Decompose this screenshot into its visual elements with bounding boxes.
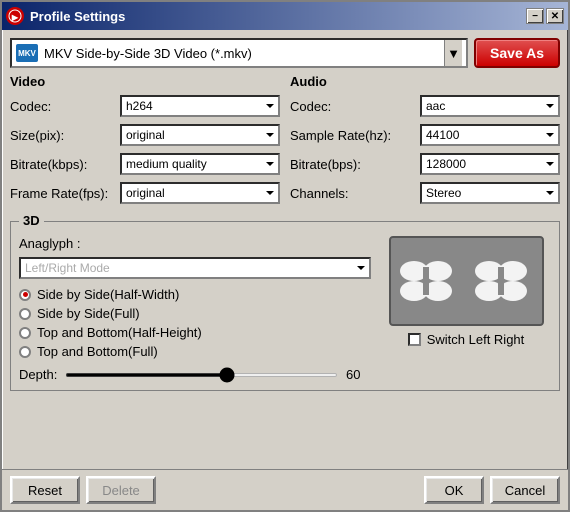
switch-checkbox[interactable] xyxy=(408,333,421,346)
video-framerate-select[interactable]: original xyxy=(120,182,280,204)
video-bitrate-label: Bitrate(kbps): xyxy=(10,157,120,172)
audio-codec-row: Codec: aac xyxy=(290,95,560,117)
ok-button[interactable]: OK xyxy=(424,476,484,504)
radio-item-1[interactable]: Side by Side(Full) xyxy=(19,306,371,321)
audio-codec-select[interactable]: aac xyxy=(420,95,560,117)
title-bar: ▶ Profile Settings − ✕ xyxy=(2,2,568,30)
video-codec-label: Codec: xyxy=(10,99,120,114)
video-size-row: Size(pix): original xyxy=(10,124,280,146)
video-framerate-label: Frame Rate(fps): xyxy=(10,186,120,201)
video-bitrate-select[interactable]: medium quality xyxy=(120,153,280,175)
video-bitrate-row: Bitrate(kbps): medium quality xyxy=(10,153,280,175)
switch-label: Switch Left Right xyxy=(427,332,525,347)
settings-panel: Video Codec: h264 Size(pix): original Bi… xyxy=(10,74,560,211)
audio-bitrate-row: Bitrate(bps): 128000 xyxy=(290,153,560,175)
anaglyph-select[interactable]: Left/Right Mode xyxy=(19,257,371,279)
mode-radio-group: Side by Side(Half-Width) Side by Side(Fu… xyxy=(19,287,371,359)
audio-samplerate-row: Sample Rate(hz): 44100 xyxy=(290,124,560,146)
video-framerate-row: Frame Rate(fps): original xyxy=(10,182,280,204)
anaglyph-label: Anaglyph : xyxy=(19,236,80,251)
radio-dot-0 xyxy=(19,289,31,301)
save-as-button[interactable]: Save As xyxy=(474,38,560,68)
audio-samplerate-select[interactable]: 44100 xyxy=(420,124,560,146)
reset-button[interactable]: Reset xyxy=(10,476,80,504)
preview-svg xyxy=(396,241,536,321)
svg-text:▶: ▶ xyxy=(11,13,19,22)
audio-section-title: Audio xyxy=(290,74,560,89)
content-area: MKV MKV Side-by-Side 3D Video (*.mkv) ▼ … xyxy=(2,30,568,469)
window-title: Profile Settings xyxy=(30,9,526,24)
preview-box xyxy=(389,236,544,326)
radio-label-3: Top and Bottom(Full) xyxy=(37,344,158,359)
radio-item-2[interactable]: Top and Bottom(Half-Height) xyxy=(19,325,371,340)
radio-dot-1 xyxy=(19,308,31,320)
audio-bitrate-label: Bitrate(bps): xyxy=(290,157,420,172)
top-bar: MKV MKV Side-by-Side 3D Video (*.mkv) ▼ … xyxy=(10,38,560,68)
window-controls: − ✕ xyxy=(526,8,564,24)
depth-slider[interactable] xyxy=(65,373,338,377)
radio-label-1: Side by Side(Full) xyxy=(37,306,140,321)
radio-label-0: Side by Side(Half-Width) xyxy=(37,287,179,302)
cancel-button[interactable]: Cancel xyxy=(490,476,560,504)
delete-button[interactable]: Delete xyxy=(86,476,156,504)
audio-channels-label: Channels: xyxy=(290,186,420,201)
video-size-label: Size(pix): xyxy=(10,128,120,143)
audio-bitrate-select[interactable]: 128000 xyxy=(420,153,560,175)
threed-left: Anaglyph : Left/Right Mode Side by Side(… xyxy=(19,236,371,382)
format-selector[interactable]: MKV MKV Side-by-Side 3D Video (*.mkv) ▼ xyxy=(10,38,468,68)
format-icon: MKV xyxy=(16,44,38,62)
threed-section-title: 3D xyxy=(19,213,44,228)
audio-channels-select[interactable]: Stereo xyxy=(420,182,560,204)
video-size-select[interactable]: original xyxy=(120,124,280,146)
audio-samplerate-label: Sample Rate(hz): xyxy=(290,128,420,143)
radio-label-2: Top and Bottom(Half-Height) xyxy=(37,325,202,340)
threed-right: Switch Left Right xyxy=(381,236,551,382)
main-window: ▶ Profile Settings − ✕ MKV MKV Side-by-S… xyxy=(0,0,570,512)
app-icon: ▶ xyxy=(6,7,24,25)
radio-dot-2 xyxy=(19,327,31,339)
anaglyph-row: Anaglyph : xyxy=(19,236,371,251)
video-codec-row: Codec: h264 xyxy=(10,95,280,117)
threed-section: 3D Anaglyph : Left/Right Mode Side xyxy=(10,221,560,391)
depth-label: Depth: xyxy=(19,367,57,382)
video-codec-select[interactable]: h264 xyxy=(120,95,280,117)
video-section: Video Codec: h264 Size(pix): original Bi… xyxy=(10,74,280,211)
audio-channels-row: Channels: Stereo xyxy=(290,182,560,204)
depth-value: 60 xyxy=(346,367,371,382)
format-text: MKV Side-by-Side 3D Video (*.mkv) xyxy=(44,46,444,61)
audio-codec-label: Codec: xyxy=(290,99,420,114)
bottom-bar: Reset Delete OK Cancel xyxy=(2,469,568,510)
close-button[interactable]: ✕ xyxy=(546,8,564,24)
radio-item-3[interactable]: Top and Bottom(Full) xyxy=(19,344,371,359)
audio-section: Audio Codec: aac Sample Rate(hz): 44100 … xyxy=(290,74,560,211)
switch-row: Switch Left Right xyxy=(408,332,525,347)
minimize-button[interactable]: − xyxy=(526,8,544,24)
depth-row: Depth: 60 xyxy=(19,367,371,382)
format-dropdown-arrow[interactable]: ▼ xyxy=(444,40,462,66)
threed-content: Anaglyph : Left/Right Mode Side by Side(… xyxy=(19,236,551,382)
radio-dot-3 xyxy=(19,346,31,358)
video-section-title: Video xyxy=(10,74,280,89)
radio-item-0[interactable]: Side by Side(Half-Width) xyxy=(19,287,371,302)
